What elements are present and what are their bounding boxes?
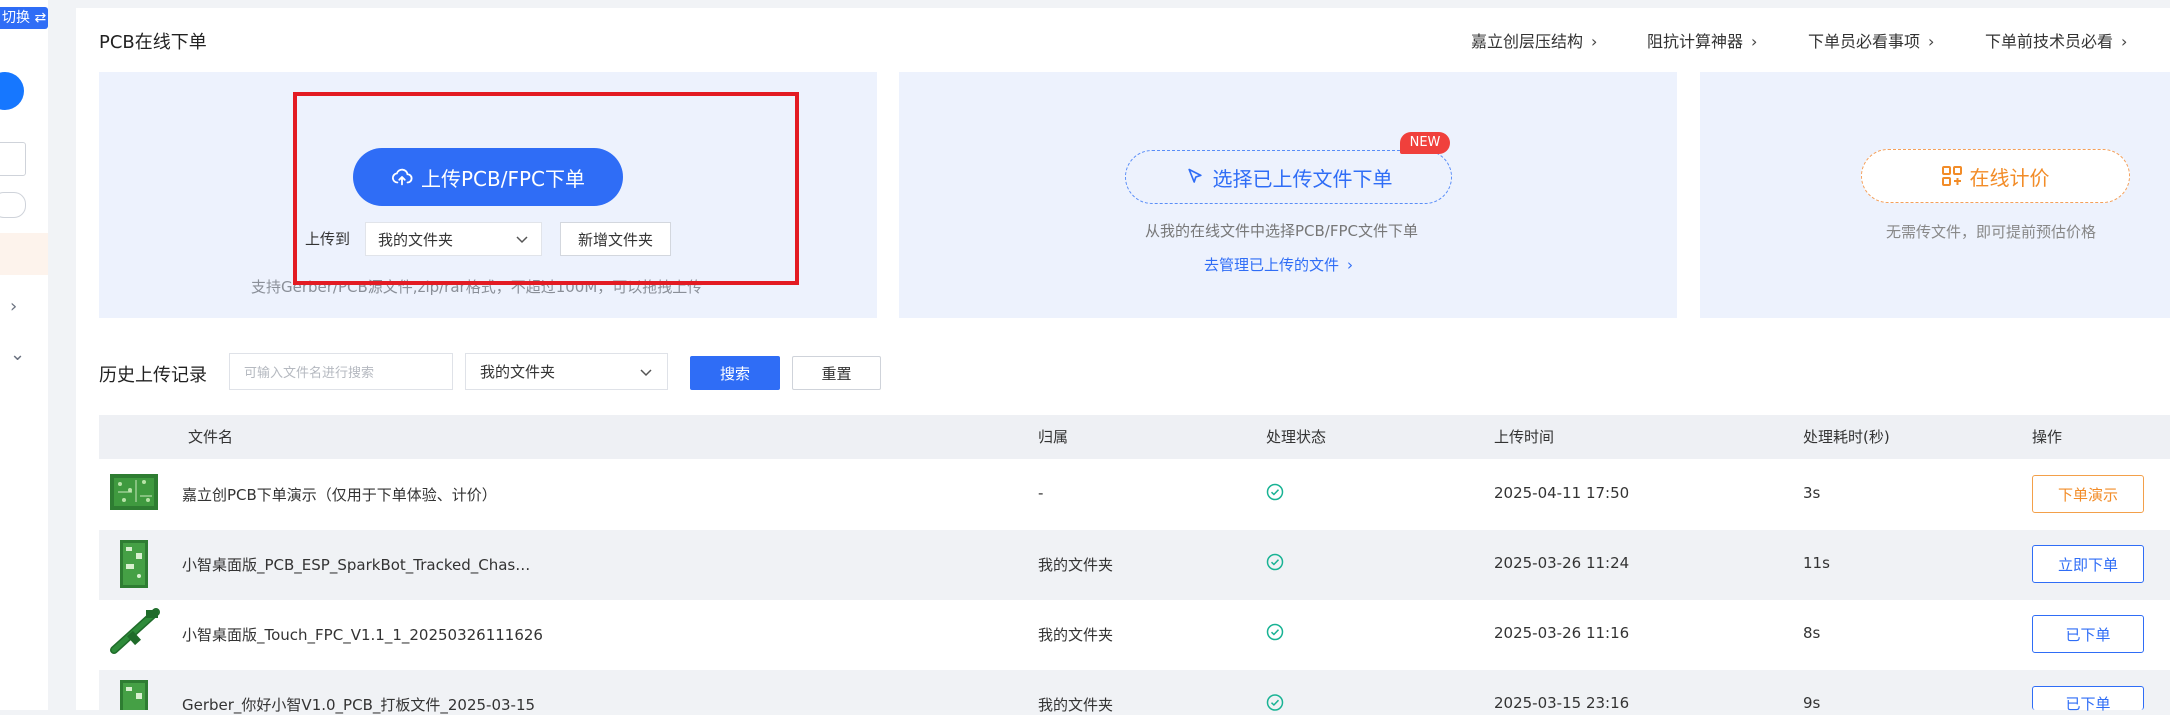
file-name[interactable]: 小智桌面版_PCB_ESP_SparkBot_Tracked_Chas… bbox=[182, 554, 530, 575]
processing-duration: 3s bbox=[1803, 484, 1821, 502]
order-now-button[interactable]: 立即下单 bbox=[2032, 545, 2144, 583]
reset-button[interactable]: 重置 bbox=[792, 356, 881, 390]
chevron-right-icon: › bbox=[2121, 32, 2128, 51]
processing-duration: 8s bbox=[1803, 624, 1821, 642]
highlight-box bbox=[293, 92, 799, 285]
chevron-down-icon bbox=[640, 368, 652, 376]
filename-search-input[interactable]: 可输入文件名进行搜索 bbox=[229, 353, 453, 390]
fpc-thumbnail bbox=[110, 606, 160, 654]
chevron-right-icon: › bbox=[1591, 32, 1598, 51]
check-circle-icon bbox=[1266, 693, 1284, 715]
pcb-thumbnail bbox=[110, 538, 158, 588]
upload-time: 2025-03-26 11:24 bbox=[1494, 554, 1630, 572]
column-header-actions: 操作 bbox=[2032, 428, 2063, 446]
upload-time: 2025-04-11 17:50 bbox=[1494, 484, 1630, 502]
file-owner: 我的文件夹 bbox=[1038, 626, 1114, 644]
file-name[interactable]: 小智桌面版_Touch_FPC_V1.1_1_20250326111626 bbox=[182, 624, 543, 645]
demo-order-button[interactable]: 下单演示 bbox=[2032, 475, 2144, 513]
pcb-thumbnail bbox=[110, 472, 158, 520]
chevron-right-icon: › bbox=[1928, 32, 1935, 51]
chevron-right-icon[interactable]: › bbox=[10, 296, 17, 317]
link-order-notes[interactable]: 下单员必看事项 › bbox=[1808, 28, 1934, 52]
chevron-right-icon: › bbox=[1751, 32, 1758, 51]
ordered-button[interactable]: 已下单 bbox=[2032, 686, 2144, 713]
file-name[interactable]: 嘉立创PCB下单演示（仅用于下单体验、计价） bbox=[182, 484, 497, 505]
history-folder-select[interactable]: 我的文件夹 bbox=[465, 353, 668, 390]
sidebar-toggle[interactable] bbox=[0, 192, 26, 218]
select-card-description: 从我的在线文件中选择PCB/FPC文件下单 bbox=[1145, 222, 1419, 240]
column-header-duration: 处理耗时(秒) bbox=[1803, 428, 1890, 446]
file-owner: - bbox=[1038, 484, 1044, 502]
processing-duration: 11s bbox=[1803, 554, 1830, 572]
quote-card-description: 无需传文件，即可提前预估价格 bbox=[1886, 223, 2097, 241]
online-quote-button[interactable]: 在线计价 bbox=[1861, 149, 2130, 203]
switch-button[interactable]: 切换 ⇄ bbox=[0, 7, 48, 29]
page-title: PCB在线下单 bbox=[99, 32, 207, 53]
select-uploaded-button[interactable]: 选择已上传文件下单 bbox=[1125, 150, 1452, 204]
sidebar-active-item[interactable] bbox=[0, 233, 48, 275]
column-header-upload-time: 上传时间 bbox=[1494, 428, 1555, 446]
calculator-icon bbox=[1941, 166, 1962, 186]
processing-duration: 9s bbox=[1803, 694, 1821, 712]
upload-time: 2025-03-26 11:16 bbox=[1494, 624, 1630, 642]
check-circle-icon bbox=[1266, 483, 1284, 505]
history-title: 历史上传记录 bbox=[99, 365, 207, 386]
chevron-right-icon: › bbox=[1347, 256, 1354, 274]
search-button[interactable]: 搜索 bbox=[690, 356, 780, 390]
manage-files-link[interactable]: 去管理已上传的文件 › bbox=[1204, 254, 1353, 275]
file-name[interactable]: Gerber_你好小智V1.0_PCB_打板文件_2025-03-15 bbox=[182, 694, 535, 715]
column-header-owner: 归属 bbox=[1038, 428, 1069, 446]
chevron-down-icon[interactable]: ⌄ bbox=[10, 344, 25, 365]
link-impedance-calculator[interactable]: 阻抗计算神器 › bbox=[1647, 28, 1757, 52]
new-badge: NEW bbox=[1400, 132, 1450, 154]
sidebar-input-box[interactable] bbox=[0, 142, 26, 176]
column-header-status: 处理状态 bbox=[1266, 428, 1327, 446]
link-technician-notes[interactable]: 下单前技术员必看 › bbox=[1985, 28, 2127, 52]
pcb-thumbnail bbox=[110, 678, 158, 710]
link-laminate-structure[interactable]: 嘉立创层压结构 › bbox=[1471, 28, 1597, 52]
check-circle-icon bbox=[1266, 553, 1284, 575]
file-owner: 我的文件夹 bbox=[1038, 556, 1114, 574]
column-header-filename: 文件名 bbox=[188, 428, 234, 446]
ordered-button[interactable]: 已下单 bbox=[2032, 615, 2144, 653]
check-circle-icon bbox=[1266, 623, 1284, 645]
cursor-pointer-icon bbox=[1187, 168, 1202, 183]
file-owner: 我的文件夹 bbox=[1038, 696, 1114, 714]
upload-time: 2025-03-15 23:16 bbox=[1494, 694, 1630, 712]
